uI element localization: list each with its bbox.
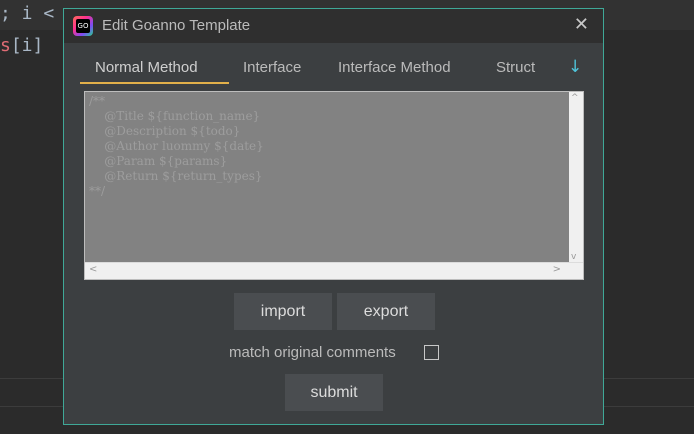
scroll-down-icon[interactable]: v [571, 252, 576, 262]
goland-icon: GO [73, 16, 93, 36]
close-icon[interactable]: ✕ [574, 14, 589, 35]
tab-struct[interactable]: Struct [496, 59, 535, 76]
scroll-up-icon[interactable]: ^ [571, 93, 579, 103]
template-tabs: Normal Method Interface Interface Method… [80, 55, 590, 85]
horizontal-scrollbar[interactable]: < > [85, 262, 583, 279]
tab-normal-method[interactable]: Normal Method [95, 59, 198, 76]
edit-template-dialog: GO Edit Goanno Template ✕ Normal Method … [63, 8, 604, 425]
match-comments-checkbox[interactable] [424, 345, 439, 360]
template-textarea[interactable]: /** @Title ${function_name} @Description… [84, 91, 584, 280]
more-tabs-arrow-icon[interactable]: ↓ [568, 57, 582, 77]
import-button[interactable]: import [234, 293, 332, 330]
match-comments-label: match original comments [229, 344, 396, 361]
dialog-titlebar: GO Edit Goanno Template ✕ [64, 9, 603, 43]
dialog-title: Edit Goanno Template [102, 17, 251, 34]
tab-interface[interactable]: Interface [243, 59, 301, 76]
tab-interface-method[interactable]: Interface Method [338, 59, 451, 76]
active-tab-indicator [80, 82, 229, 84]
scroll-left-icon[interactable]: < [89, 264, 97, 275]
vertical-scrollbar[interactable]: ^ v [569, 92, 583, 263]
scroll-right-icon[interactable]: > [553, 264, 561, 275]
submit-button[interactable]: submit [285, 374, 383, 411]
template-text[interactable]: /** @Title ${function_name} @Description… [89, 94, 264, 199]
export-button[interactable]: export [337, 293, 435, 330]
code-line-2: s[i] [0, 35, 44, 56]
